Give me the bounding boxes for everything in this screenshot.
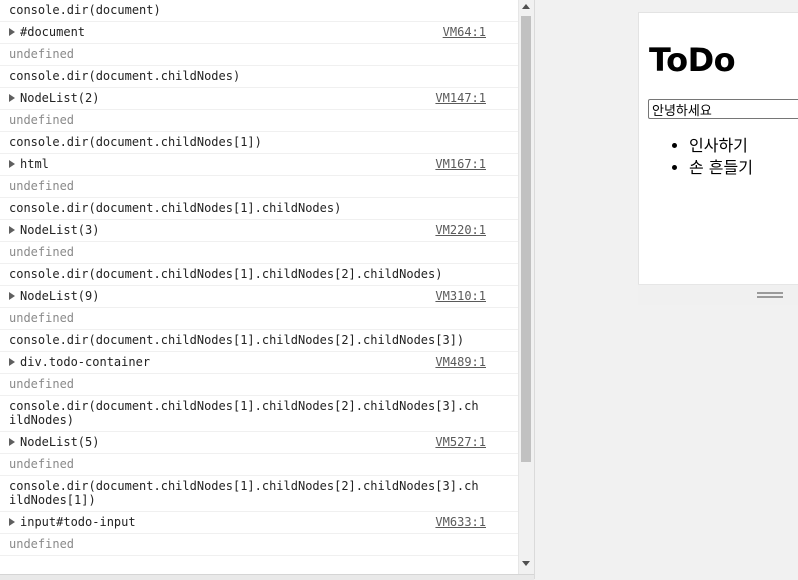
- expand-triangle-icon[interactable]: [9, 438, 15, 446]
- source-link[interactable]: VM220:1: [435, 223, 486, 237]
- console-text: div.todo-container: [20, 355, 151, 369]
- console-input-line: console.dir(document.childNodes): [0, 66, 518, 88]
- console-result-line: undefined: [0, 308, 518, 330]
- expand-triangle-icon[interactable]: [9, 358, 15, 366]
- console-text: undefined: [9, 537, 75, 551]
- console-output-line[interactable]: NodeList(9) VM310:1: [0, 286, 518, 308]
- scroll-up-arrow-icon[interactable]: [522, 4, 530, 9]
- console-text: console.dir(document.childNodes[1].child…: [9, 399, 479, 427]
- console-input-line: console.dir(document.childNodes[1]): [0, 132, 518, 154]
- console-output-line[interactable]: html VM167:1: [0, 154, 518, 176]
- console-result-line: undefined: [0, 242, 518, 264]
- expand-triangle-icon[interactable]: [9, 28, 15, 36]
- console-text: undefined: [9, 377, 75, 391]
- source-link[interactable]: VM147:1: [435, 91, 486, 105]
- console-panel: console.dir(document) #document VM64:1 unde…: [0, 0, 518, 574]
- source-link[interactable]: VM64:1: [443, 25, 486, 39]
- source-link[interactable]: VM489:1: [435, 355, 486, 369]
- expand-triangle-icon[interactable]: [9, 518, 15, 526]
- console-input-line: console.dir(document.childNodes[1].child…: [0, 264, 518, 286]
- scroll-thumb[interactable]: [521, 16, 531, 462]
- console-text: undefined: [9, 113, 75, 127]
- todo-title: ToDo: [649, 41, 736, 79]
- console-output-line[interactable]: NodeList(5) VM527:1: [0, 432, 518, 454]
- console-output-line[interactable]: NodeList(3) VM220:1: [0, 220, 518, 242]
- page-preview: ToDo 인사하기 손 흔들기: [638, 12, 798, 286]
- console-result-line: undefined: [0, 44, 518, 66]
- console-result-line: undefined: [0, 176, 518, 198]
- console-result-line: undefined: [0, 110, 518, 132]
- console-output-line[interactable]: #document VM64:1: [0, 22, 518, 44]
- scroll-down-arrow-icon[interactable]: [522, 561, 530, 566]
- console-result-line: undefined: [0, 454, 518, 476]
- console-bottom-edge: [0, 574, 534, 580]
- console-text: NodeList(3): [20, 223, 100, 237]
- console-output-line[interactable]: NodeList(2) VM147:1: [0, 88, 518, 110]
- preview-footer: [638, 284, 798, 305]
- console-text: undefined: [9, 179, 75, 193]
- source-link[interactable]: VM527:1: [435, 435, 486, 449]
- console-text: undefined: [9, 245, 75, 259]
- console-text: html: [20, 157, 49, 171]
- console-text: console.dir(document.childNodes[1].child…: [9, 333, 465, 347]
- console-input-line: console.dir(document.childNodes[1].child…: [0, 330, 518, 352]
- console-input-line: console.dir(document.childNodes[1].child…: [0, 198, 518, 220]
- console-text: console.dir(document.childNodes[1].child…: [9, 201, 342, 215]
- console-text: undefined: [9, 311, 75, 325]
- console-input-line: console.dir(document.childNodes[1].child…: [0, 396, 518, 432]
- console-scrollbar[interactable]: [518, 0, 534, 574]
- todo-list: 인사하기 손 흔들기: [649, 135, 753, 179]
- console-input-line: console.dir(document.childNodes[1].child…: [0, 476, 518, 512]
- expand-triangle-icon[interactable]: [9, 94, 15, 102]
- resize-handle-icon[interactable]: [757, 292, 783, 298]
- console-text: console.dir(document.childNodes): [9, 69, 241, 83]
- console-text: undefined: [9, 457, 75, 471]
- source-link[interactable]: VM310:1: [435, 289, 486, 303]
- console-text: NodeList(9): [20, 289, 100, 303]
- console-text: console.dir(document.childNodes[1].child…: [9, 267, 443, 281]
- expand-triangle-icon[interactable]: [9, 292, 15, 300]
- console-text: console.dir(document): [9, 3, 161, 17]
- source-link[interactable]: VM167:1: [435, 157, 486, 171]
- expand-triangle-icon[interactable]: [9, 226, 15, 234]
- console-output-line[interactable]: input#todo-input VM633:1: [0, 512, 518, 534]
- todo-item: 손 흔들기: [689, 157, 753, 179]
- console-input-line: console.dir(document): [0, 0, 518, 22]
- console-text: undefined: [9, 47, 75, 61]
- console-result-line: undefined: [0, 534, 518, 556]
- console-result-line: undefined: [0, 374, 518, 396]
- panel-divider[interactable]: [534, 0, 535, 579]
- console-text: #document: [20, 25, 86, 39]
- todo-input[interactable]: [648, 99, 798, 119]
- console-output-line[interactable]: div.todo-container VM489:1: [0, 352, 518, 374]
- source-link[interactable]: VM633:1: [435, 515, 486, 529]
- console-text: NodeList(2): [20, 91, 100, 105]
- console-text: console.dir(document.childNodes[1]): [9, 135, 262, 149]
- console-text: console.dir(document.childNodes[1].child…: [9, 479, 479, 507]
- console-text: NodeList(5): [20, 435, 100, 449]
- expand-triangle-icon[interactable]: [9, 160, 15, 168]
- console-text: input#todo-input: [20, 515, 136, 529]
- todo-item: 인사하기: [689, 135, 753, 157]
